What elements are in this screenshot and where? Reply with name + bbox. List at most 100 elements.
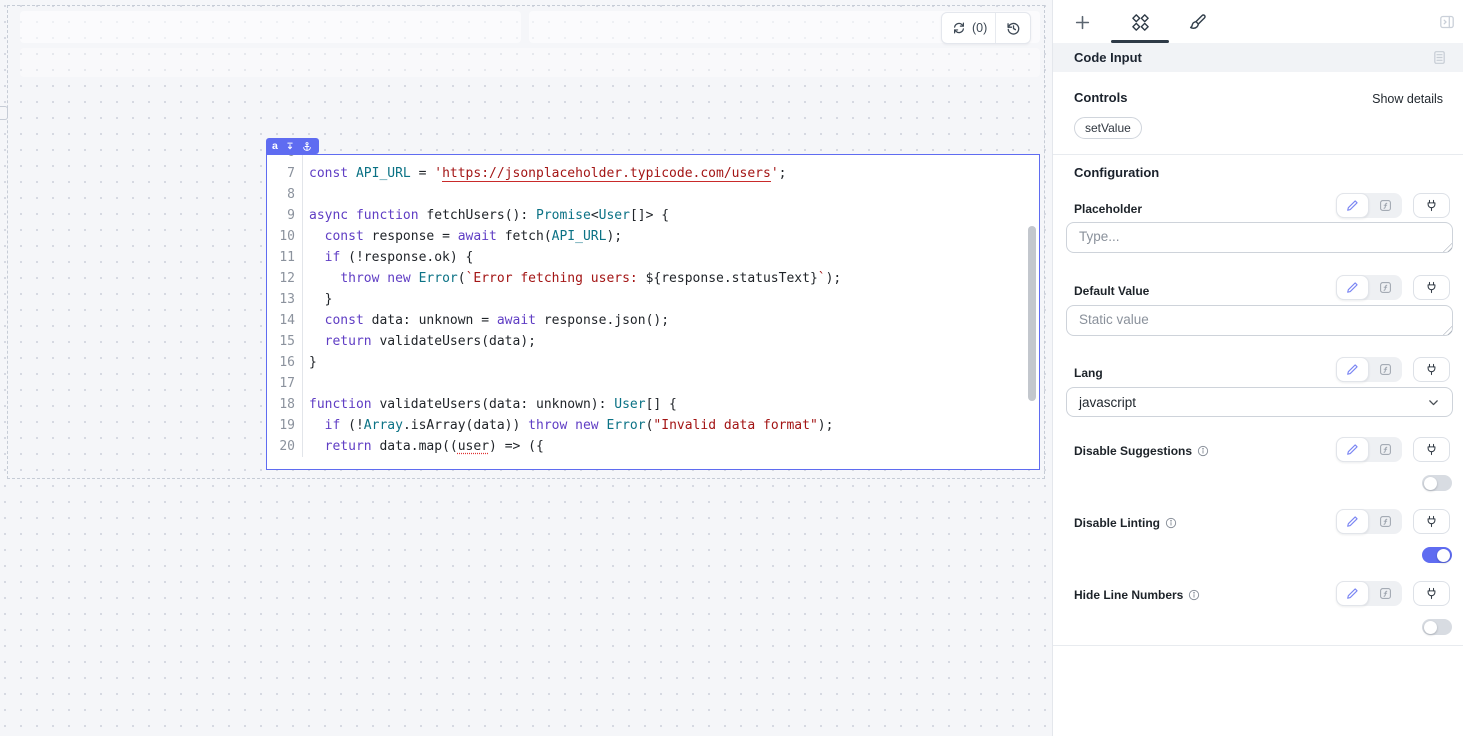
placeholder-input[interactable] [1066, 222, 1453, 253]
collapse-panel-icon [1439, 14, 1455, 30]
info-icon[interactable] [1197, 445, 1209, 457]
code-lines[interactable]: const API_URL = 'https://jsonplaceholder… [303, 155, 1039, 457]
code-token: = [411, 166, 434, 181]
edit-mode-button[interactable] [1336, 581, 1369, 606]
code-token: Error [606, 418, 645, 433]
code-token: ' [434, 166, 442, 181]
canvas-resize-handle[interactable] [0, 106, 8, 120]
code-line[interactable]: } [309, 352, 1039, 373]
disable-linting-label: Disable Linting [1074, 516, 1177, 530]
code-line[interactable]: function validateUsers(data: unknown): U… [309, 394, 1039, 415]
add-tab[interactable] [1071, 11, 1093, 33]
default-value-input[interactable] [1066, 305, 1453, 336]
code-token: const [309, 166, 356, 181]
function-mode-button[interactable] [1369, 193, 1402, 218]
code-line[interactable]: const response = await fetch(API_URL); [309, 226, 1039, 247]
code-line[interactable]: if (!response.ok) { [309, 247, 1039, 268]
function-mode-button[interactable] [1369, 509, 1402, 534]
widgets-tab[interactable] [1129, 11, 1151, 33]
collapse-panel-button[interactable] [1436, 11, 1458, 33]
edit-icon [1346, 281, 1359, 294]
code-line[interactable]: async function fetchUsers(): Promise<Use… [309, 205, 1039, 226]
code-token: data.map(( [379, 439, 457, 454]
disable-suggestions-toggle[interactable] [1422, 475, 1452, 491]
bind-data-button[interactable] [1413, 581, 1450, 606]
code-editor[interactable]: 67891011121314151617181920 const API_URL… [267, 155, 1039, 469]
mode-segmented-control [1336, 581, 1402, 606]
editor-scrollbar[interactable] [1028, 226, 1036, 401]
lang-label: Lang [1074, 366, 1103, 380]
info-icon[interactable] [1165, 517, 1177, 529]
disable-linting-toggle[interactable] [1422, 547, 1452, 563]
mode-segmented-control [1336, 275, 1402, 300]
lang-mode-controls [1336, 357, 1450, 382]
code-token: validateUsers(data); [379, 334, 536, 349]
edit-mode-button[interactable] [1336, 275, 1369, 300]
code-token: user [458, 439, 489, 454]
function-mode-button[interactable] [1369, 275, 1402, 300]
bind-data-button[interactable] [1413, 275, 1450, 300]
edit-mode-button[interactable] [1336, 357, 1369, 382]
canvas[interactable]: (0) a [0, 0, 1052, 736]
code-token [309, 418, 325, 433]
refresh-count: (0) [972, 21, 987, 35]
code-line[interactable] [309, 155, 1039, 163]
line-number-gutter: 67891011121314151617181920 [267, 155, 303, 457]
edit-mode-button[interactable] [1336, 509, 1369, 534]
function-icon [1379, 281, 1392, 294]
line-number: 17 [267, 373, 295, 394]
function-mode-button[interactable] [1369, 437, 1402, 462]
empty-zone[interactable] [20, 48, 1040, 77]
edit-icon [1346, 199, 1359, 212]
hide-line-numbers-toggle[interactable] [1422, 619, 1452, 635]
code-editor-content: 67891011121314151617181920 const API_URL… [267, 155, 1039, 457]
edit-mode-button[interactable] [1336, 193, 1369, 218]
code-line[interactable]: if (!Array.isArray(data)) throw new Erro… [309, 415, 1039, 436]
function-icon [1379, 199, 1392, 212]
code-token: "Invalid data format" [653, 418, 817, 433]
code-line[interactable]: throw new Error(`Error fetching users: $… [309, 268, 1039, 289]
function-mode-button[interactable] [1369, 581, 1402, 606]
code-line[interactable]: } [309, 289, 1039, 310]
bind-data-button[interactable] [1413, 509, 1450, 534]
style-tab[interactable] [1187, 11, 1209, 33]
code-input-widget[interactable]: 67891011121314151617181920 const API_URL… [266, 154, 1040, 470]
default-value-mode-controls [1336, 275, 1450, 300]
bind-icon [1425, 443, 1438, 456]
document-icon[interactable] [1432, 50, 1447, 65]
show-details-link[interactable]: Show details [1372, 92, 1443, 106]
code-token: ' [771, 166, 779, 181]
edit-icon [1346, 515, 1359, 528]
code-token: await [497, 313, 544, 328]
height-icon [285, 141, 295, 152]
code-token: return [325, 334, 380, 349]
empty-zone[interactable] [20, 11, 521, 43]
code-line[interactable]: const data: unknown = await response.jso… [309, 310, 1039, 331]
code-token: function [356, 208, 426, 223]
line-number: 6 [267, 155, 295, 163]
function-icon [1379, 363, 1392, 376]
edit-icon [1346, 587, 1359, 600]
bind-data-button[interactable] [1413, 437, 1450, 462]
line-number: 14 [267, 310, 295, 331]
setvalue-button[interactable]: setValue [1074, 117, 1142, 139]
code-line[interactable]: return validateUsers(data); [309, 331, 1039, 352]
bind-data-button[interactable] [1413, 193, 1450, 218]
code-line[interactable] [309, 373, 1039, 394]
refresh-button[interactable]: (0) [942, 13, 995, 43]
function-mode-button[interactable] [1369, 357, 1402, 382]
code-line[interactable] [309, 184, 1039, 205]
edit-mode-button[interactable] [1336, 437, 1369, 462]
widget-name-badge[interactable]: a [266, 138, 319, 154]
code-line[interactable]: return data.map((user) => ({ [309, 436, 1039, 457]
code-line[interactable]: const API_URL = 'https://jsonplaceholder… [309, 163, 1039, 184]
bind-data-button[interactable] [1413, 357, 1450, 382]
code-token: ${response.statusText} [646, 271, 818, 286]
info-icon[interactable] [1188, 589, 1200, 601]
mode-segmented-control [1336, 509, 1402, 534]
lang-select[interactable]: javascript [1066, 387, 1453, 417]
line-number: 8 [267, 184, 295, 205]
code-token: await [458, 229, 505, 244]
line-number: 10 [267, 226, 295, 247]
history-button[interactable] [996, 13, 1030, 43]
